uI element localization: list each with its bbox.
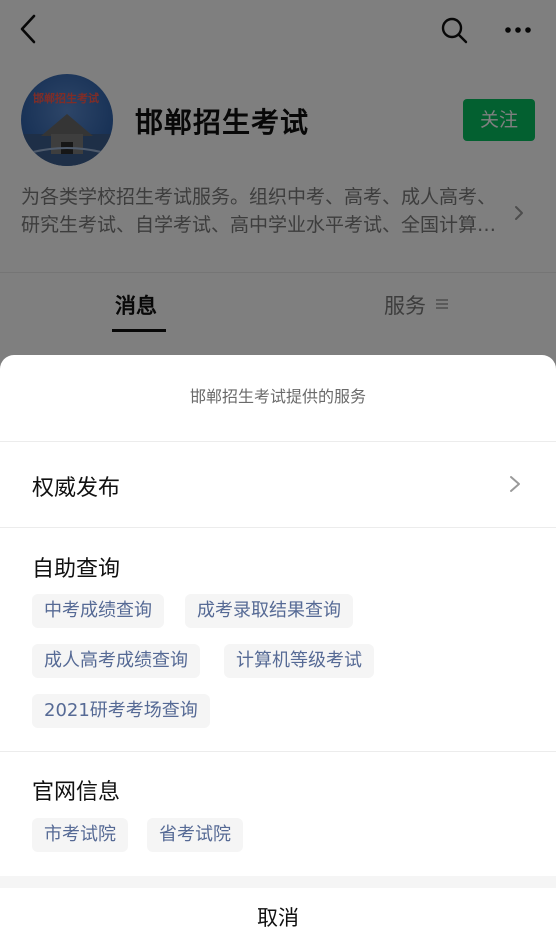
cancel-button[interactable]: 取消 [0,888,556,949]
divider [0,751,556,752]
official-site-info-label: 官网信息 [32,780,121,805]
chip-computer-rank-exam[interactable]: 计算机等级考试 [224,644,374,678]
sheet-gap [0,876,556,888]
chip-province-exam-institute[interactable]: 省考试院 [147,818,243,852]
chip-adult-exam-score[interactable]: 成人高考成绩查询 [32,644,200,678]
self-service-query-label: 自助查询 [32,557,121,582]
sheet-title: 邯郸招生考试提供的服务 [189,387,366,406]
chip-city-exam-institute[interactable]: 市考试院 [32,818,128,852]
chevron-right-icon [510,476,520,492]
chip-zhongkao-score[interactable]: 中考成绩查询 [32,594,164,628]
services-sheet: 邯郸招生考试提供的服务 权威发布 自助查询 中考成绩查询 成考录取结果查询 成人… [0,355,556,949]
chip-adult-exam-admission[interactable]: 成考录取结果查询 [185,594,353,628]
divider [0,527,556,528]
authority-release-row[interactable]: 权威发布 [0,442,556,527]
authority-release-label: 权威发布 [32,476,121,501]
chip-2021-grad-exam-venue[interactable]: 2021研考考场查询 [32,694,210,728]
